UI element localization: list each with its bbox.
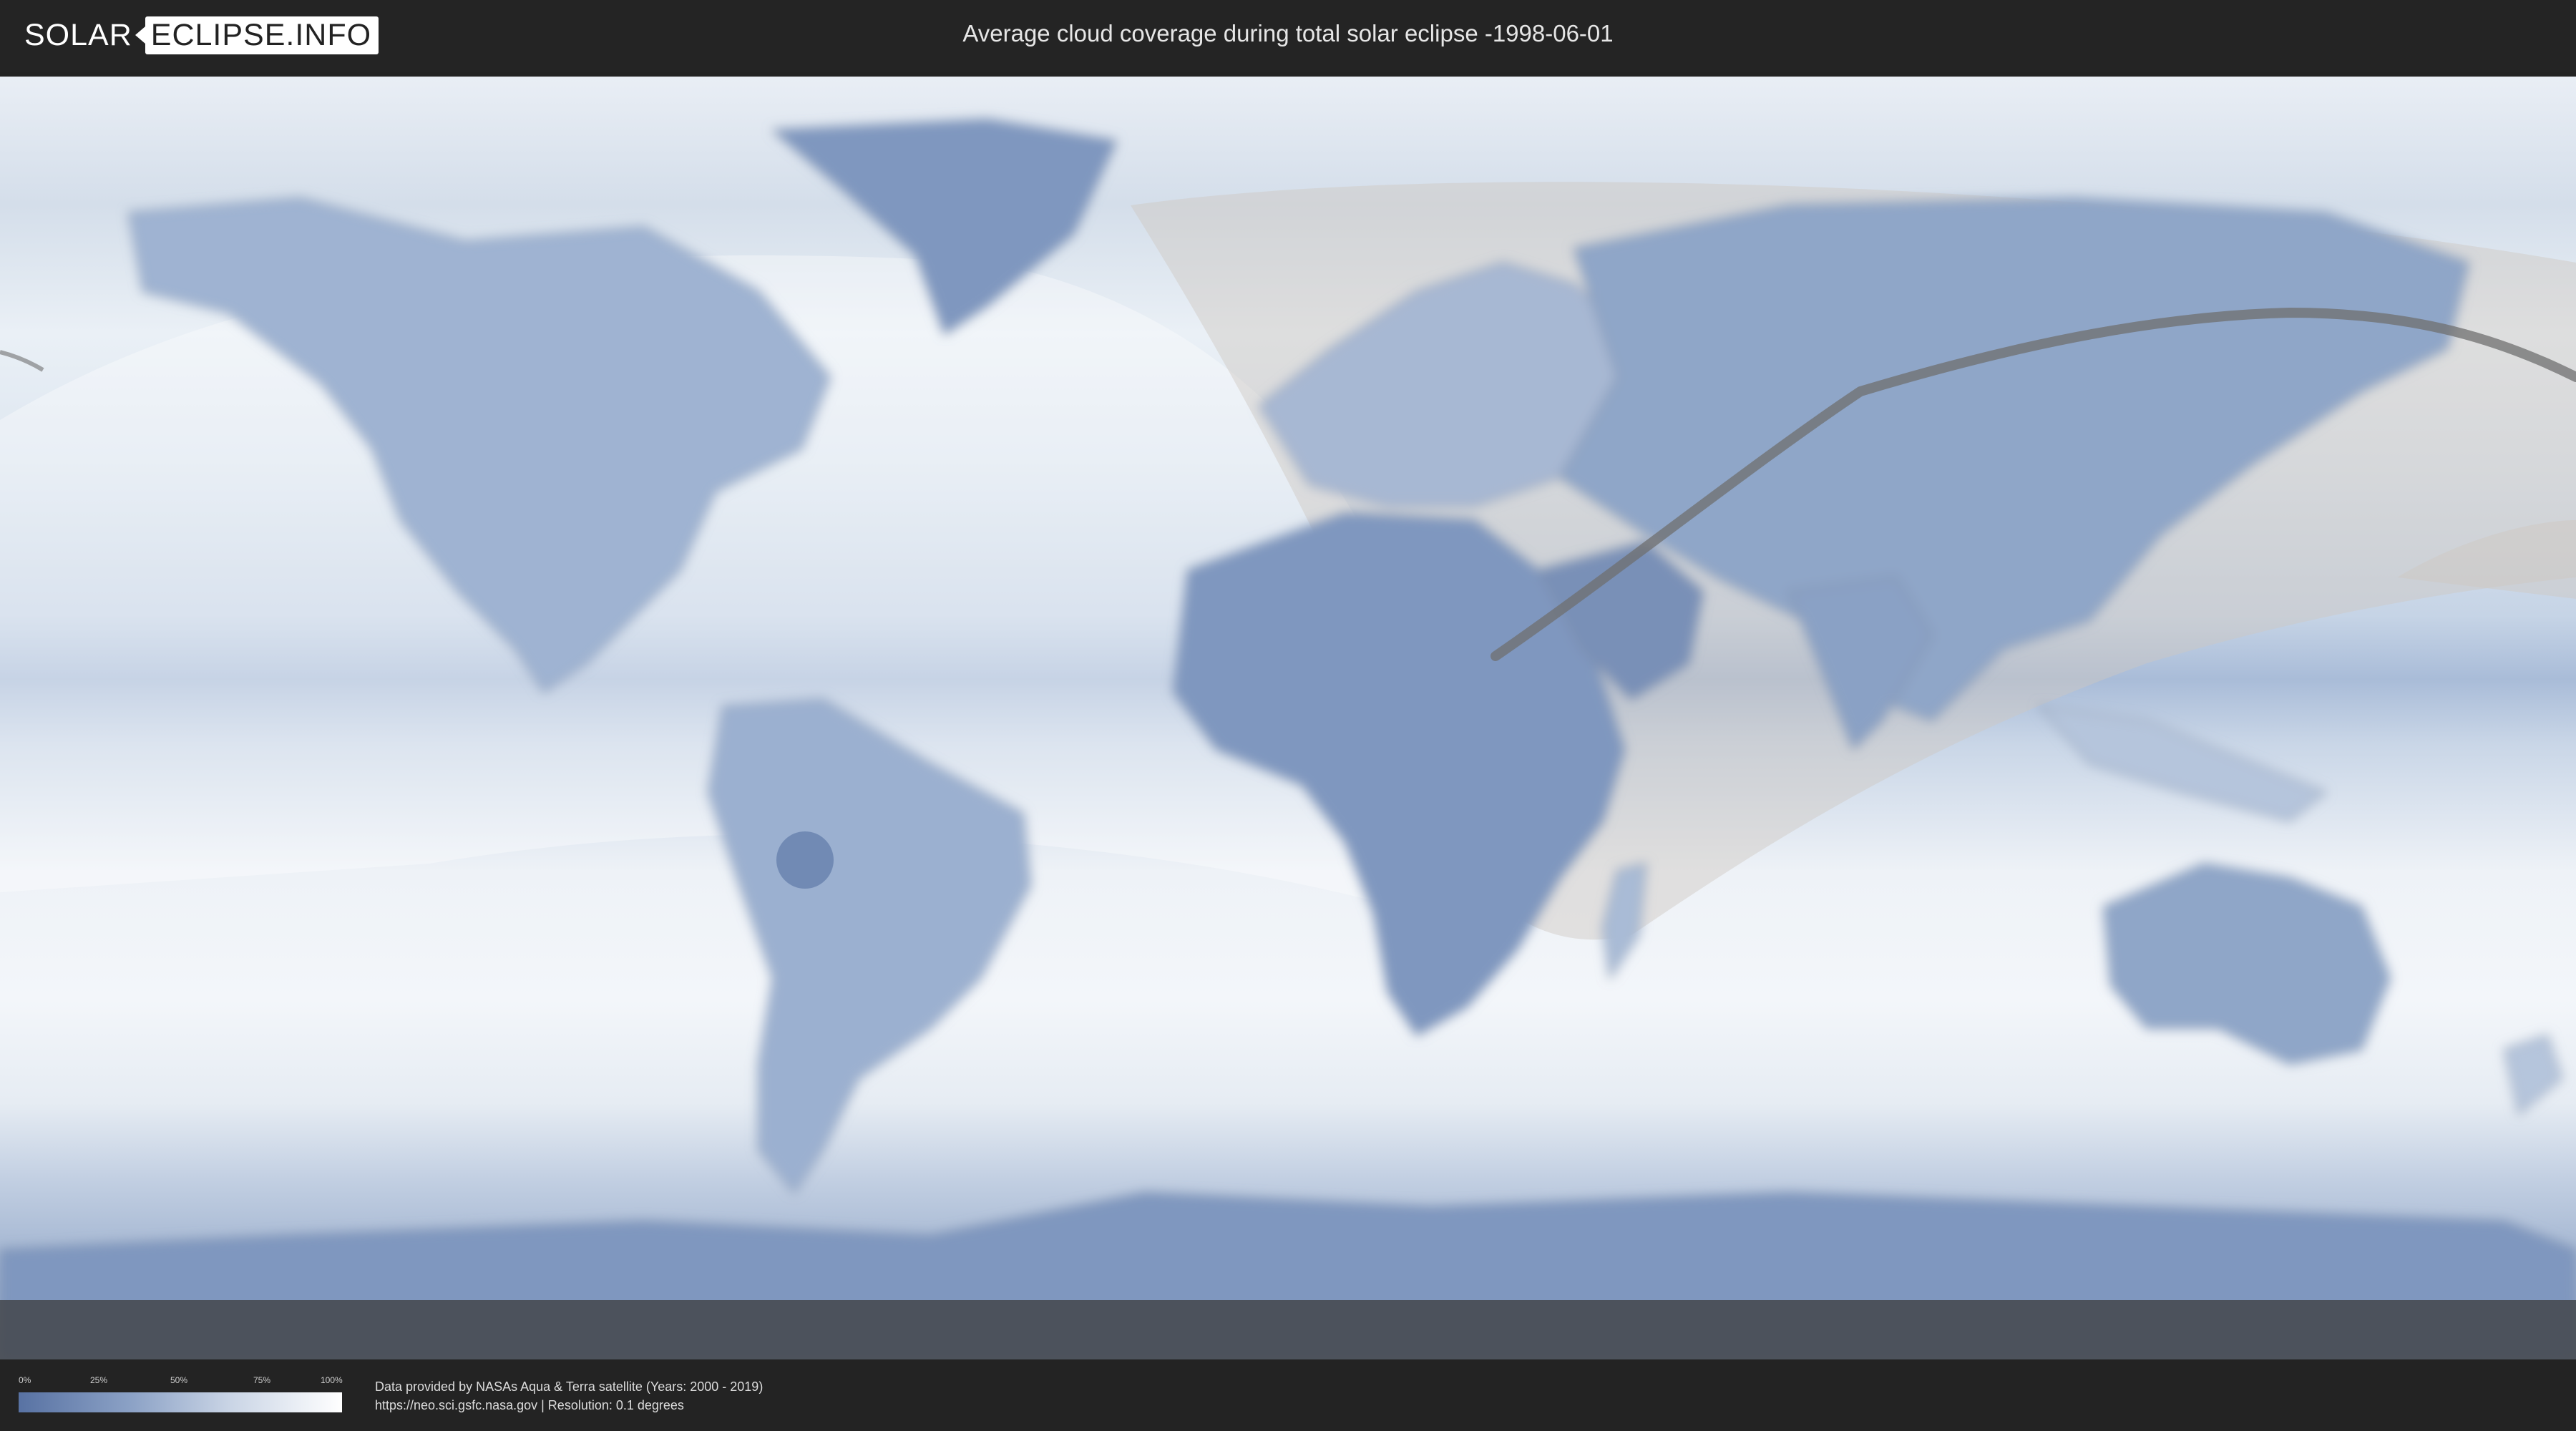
cloud-coverage-legend-bar	[19, 1392, 342, 1412]
legend-tick-75: 75%	[253, 1375, 271, 1385]
legend-tick-25: 25%	[90, 1375, 108, 1385]
legend-tick-50: 50%	[170, 1375, 188, 1385]
map-bottom-mask	[0, 1300, 2576, 1359]
data-source-url: https://neo.sci.gsfc.nasa.gov | Resoluti…	[375, 1398, 684, 1412]
data-source-text: Data provided by NASAs Aqua & Terra sate…	[375, 1379, 763, 1394]
header-bar: SOLAR ECLIPSE.INFO Average cloud coverag…	[0, 0, 2576, 72]
legend-tick-100: 100%	[321, 1375, 343, 1385]
cloud-coverage-map[interactable]	[0, 77, 2576, 1359]
page-title: Average cloud coverage during total sola…	[962, 20, 1614, 47]
footer-bar	[0, 1359, 2576, 1431]
legend-tick-0: 0%	[19, 1375, 31, 1385]
andes-clear-sky	[776, 831, 834, 889]
